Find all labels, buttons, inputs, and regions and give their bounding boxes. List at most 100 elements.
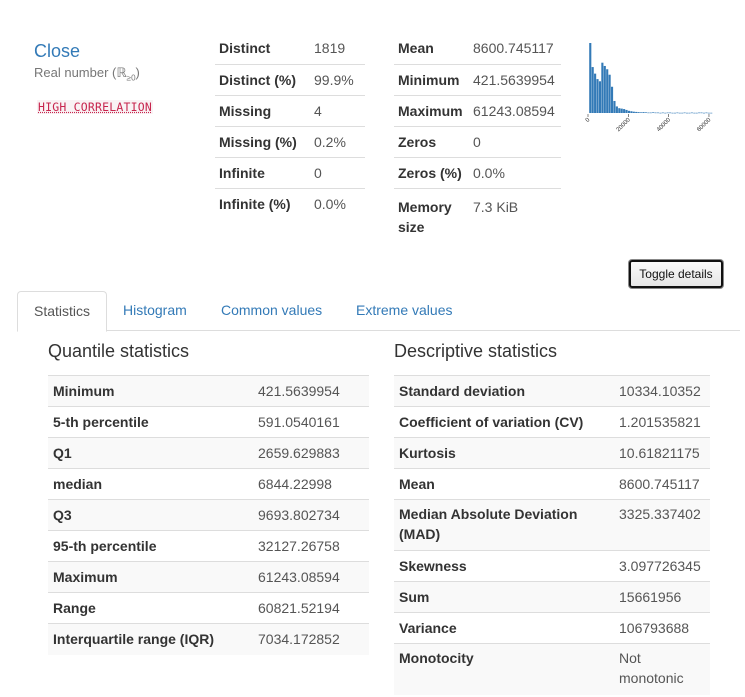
overview-row: Zeros 0 (394, 125, 561, 157)
mini-histogram: 0 20000 40000 60000 (585, 43, 713, 134)
histogram-bar (647, 112, 650, 114)
table-row: median 6844.22998 (48, 468, 369, 500)
histogram-bar (661, 112, 664, 114)
overview-value: 0.2% (310, 125, 365, 157)
histogram-bar (707, 112, 710, 114)
overview-row: Mean 8600.745117 (394, 33, 561, 64)
stat-value: 60821.52194 (253, 592, 369, 624)
overview-label: Maximum (394, 94, 469, 126)
tab-statistics[interactable]: Statistics (17, 291, 108, 332)
histogram-bar (678, 112, 681, 114)
overview-label: Missing (%) (215, 125, 310, 157)
table-row: Range 60821.52194 (48, 592, 369, 624)
stat-value: 1.201535821 (614, 406, 710, 438)
stat-value: 10334.10352 (614, 375, 710, 407)
table-row: Sum 15661956 (394, 581, 710, 613)
histogram-bar (591, 67, 594, 113)
table-row: 95-th percentile 32127.26758 (48, 530, 369, 562)
histogram-tick-label: 40000 (656, 117, 673, 134)
histogram-bar (666, 112, 669, 114)
histogram-tick-label: 20000 (616, 117, 633, 134)
stat-label: median (48, 468, 253, 500)
stat-label: Range (48, 592, 253, 624)
histogram-bar (671, 112, 674, 114)
toggle-details-button[interactable]: Toggle details (629, 260, 723, 288)
stat-value: 61243.08594 (253, 561, 369, 593)
histogram-bar (613, 100, 616, 113)
stat-label: Q3 (48, 499, 253, 531)
histogram-bar (664, 112, 667, 114)
stat-label: Monotocity (394, 643, 614, 695)
variable-type-prefix: Real number (ℝ (34, 65, 127, 80)
histogram-bar (693, 112, 696, 114)
stat-value: 591.0540161 (253, 406, 369, 438)
stat-label: Skewness (394, 550, 614, 582)
variable-name[interactable]: Close (34, 41, 80, 62)
histogram-tick-label: 0 (585, 117, 592, 124)
histogram-bar (659, 112, 662, 114)
overview-value: 0.0% (310, 187, 365, 219)
histogram-bar (683, 112, 686, 114)
tab-extreme-values[interactable]: Extreme values (340, 291, 468, 331)
histogram-bar (608, 74, 611, 113)
table-row: Coefficient of variation (CV) 1.201535821 (394, 406, 710, 438)
histogram-bar (669, 112, 672, 114)
overview-label: Zeros (%) (394, 156, 469, 188)
stat-label: 95-th percentile (48, 530, 253, 562)
histogram-bar (610, 86, 614, 113)
stat-value: 9693.802734 (253, 499, 369, 531)
histogram-bar (623, 109, 626, 113)
stat-label: Variance (394, 612, 614, 644)
stat-label: Sum (394, 581, 614, 613)
tab-histogram[interactable]: Histogram (107, 291, 203, 331)
histogram-bar (654, 112, 657, 114)
overview-table-left: Distinct 1819 Distinct (%) 99.9% Missing 4 … (215, 33, 365, 219)
variable-type-sub: ≥0 (126, 73, 136, 83)
histogram-bar (625, 109, 628, 113)
table-row: Standard deviation 10334.10352 (394, 375, 710, 407)
overview-value: 8600.745117 (473, 40, 554, 57)
histogram-bar (635, 111, 638, 113)
overview-label: Zeros (394, 125, 469, 157)
high-correlation-badge[interactable]: HIGH CORRELATION (37, 100, 153, 114)
overview-row: Missing 4 (215, 94, 365, 126)
table-row: Monotocity Not monotonic (394, 643, 710, 695)
stat-value: 3325.337402 (614, 499, 710, 551)
overview-row: Zeros (%) 0.0% (394, 156, 561, 188)
overview-row: Maximum 61243.08594 (394, 94, 561, 126)
overview-label: Distinct (219, 40, 271, 57)
overview-value: 99.9% (310, 63, 365, 95)
histogram-bar (698, 112, 701, 114)
histogram-bars (589, 43, 713, 114)
stat-label: Interquartile range (IQR) (48, 623, 253, 655)
stat-label: Minimum (48, 375, 253, 407)
stat-value: 32127.26758 (253, 530, 369, 562)
descriptive-statistics-table: Standard deviation 10334.10352 Coefficien… (394, 375, 710, 695)
histogram-bar (656, 112, 660, 114)
histogram-bar (705, 112, 708, 114)
table-row: Median Absolute Deviation (MAD) 3325.3374… (394, 499, 710, 551)
histogram-bar (632, 111, 635, 113)
histogram-bar (649, 112, 652, 114)
histogram-bar (652, 112, 655, 113)
stat-value: 15661956 (614, 581, 710, 613)
stat-value: 6844.22998 (253, 468, 369, 500)
overview-table-right: Mean 8600.745117 Minimum 421.5639954 Maxim… (394, 33, 561, 237)
overview-row: Minimum 421.5639954 (394, 63, 561, 95)
tab-common-values[interactable]: Common values (205, 291, 338, 331)
overview-value: 61243.08594 (469, 94, 561, 126)
stat-value: 421.5639954 (253, 375, 369, 407)
overview-value: 1819 (314, 40, 346, 57)
overview-value: 0 (469, 125, 561, 157)
variable-type-suffix: ) (135, 65, 140, 80)
overview-row: Infinite 0 (215, 156, 365, 188)
histogram-bar (640, 112, 643, 113)
histogram-bar (690, 112, 693, 114)
descriptive-statistics-title: Descriptive statistics (394, 341, 558, 361)
histogram-bar (615, 106, 618, 113)
table-row: Mean 8600.745117 (394, 468, 710, 500)
stat-label: Mean (394, 468, 614, 500)
histogram-bar (630, 111, 633, 113)
table-row: Maximum 61243.08594 (48, 561, 369, 593)
histogram-bar (598, 81, 602, 113)
